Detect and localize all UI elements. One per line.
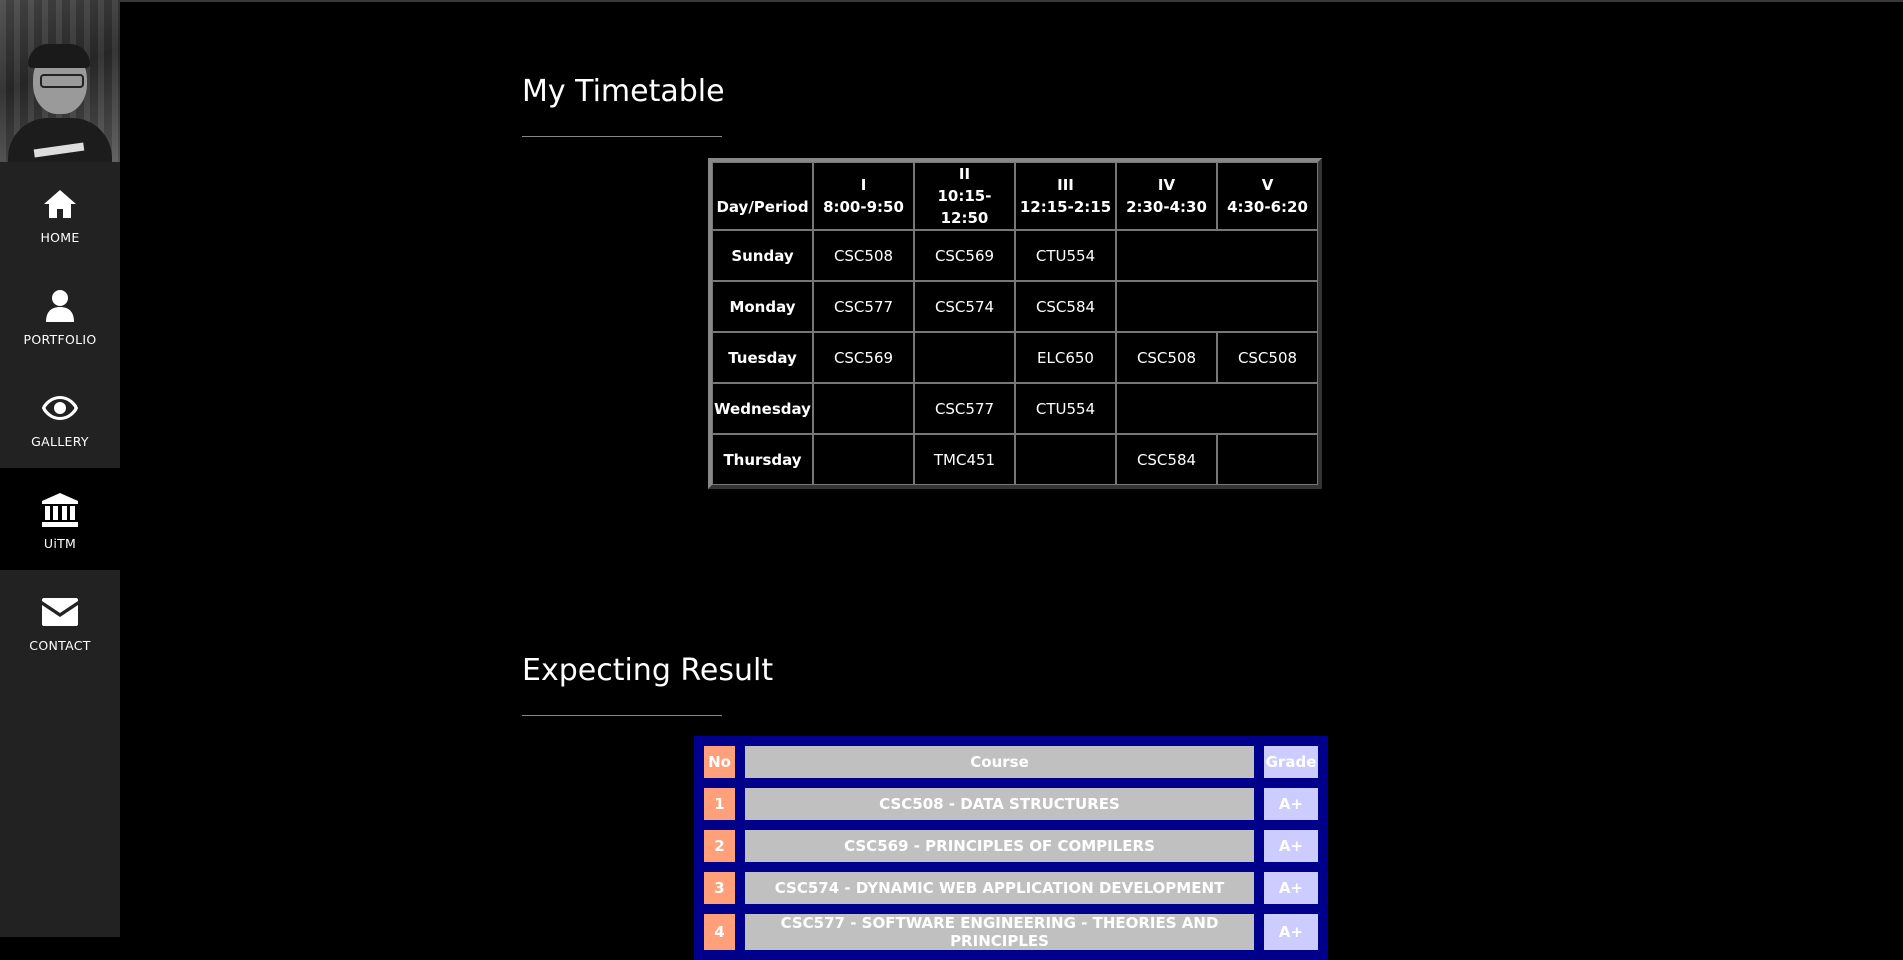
avatar xyxy=(0,0,120,162)
timetable-header-period: I 8:00-9:50 xyxy=(813,162,914,230)
timetable-cell: CSC584 xyxy=(1116,434,1217,485)
timetable-cell: CSC569 xyxy=(914,230,1015,281)
timetable-row: Monday CSC577 CSC574 CSC584 xyxy=(712,281,1318,332)
timetable-header-period: V 4:30-6:20 xyxy=(1217,162,1318,230)
timetable-cell xyxy=(1015,434,1116,485)
result-course: CSC574 - DYNAMIC WEB APPLICATION DEVELOP… xyxy=(745,872,1254,904)
timetable-row: Sunday CSC508 CSC569 CTU554 xyxy=(712,230,1318,281)
sidebar-item-label: GALLERY xyxy=(31,433,89,449)
sidebar-item-contact[interactable]: CONTACT xyxy=(0,570,120,672)
home-icon xyxy=(41,186,79,222)
timetable-cell xyxy=(1116,383,1318,434)
timetable-header-period: III 12:15-2:15 xyxy=(1015,162,1116,230)
result-header-grade: Grade xyxy=(1264,746,1318,778)
timetable-cell xyxy=(1116,230,1318,281)
result-no: 3 xyxy=(704,872,735,904)
institution-icon xyxy=(41,492,79,528)
result-title: Expecting Result xyxy=(522,653,774,688)
sidebar-item-label: HOME xyxy=(40,229,80,245)
result-header-no: No xyxy=(704,746,735,778)
timetable-title: My Timetable xyxy=(522,74,725,109)
timetable-header-row: Day/Period I 8:00-9:50 II 10:15-12:50 III 1… xyxy=(712,162,1318,230)
result-no: 2 xyxy=(704,830,735,862)
timetable-cell: TMC451 xyxy=(914,434,1015,485)
timetable-cell xyxy=(1116,281,1318,332)
result-row: 2 CSC569 - PRINCIPLES OF COMPILERS A+ xyxy=(704,830,1318,862)
timetable-day: Wednesday xyxy=(712,383,813,434)
result-grade: A+ xyxy=(1264,872,1318,904)
timetable-cell: CSC577 xyxy=(813,281,914,332)
top-border xyxy=(0,0,1903,2)
envelope-icon xyxy=(41,594,79,630)
sidebar: HOME PORTFOLIO GALLERY UiTM CONTACT xyxy=(0,0,120,937)
timetable-day: Thursday xyxy=(712,434,813,485)
result-grade: A+ xyxy=(1264,788,1318,820)
result-course: CSC569 - PRINCIPLES OF COMPILERS xyxy=(745,830,1254,862)
timetable-cell: CSC577 xyxy=(914,383,1015,434)
timetable-cell xyxy=(813,383,914,434)
result-row: 3 CSC574 - DYNAMIC WEB APPLICATION DEVEL… xyxy=(704,872,1318,904)
timetable-cell: CSC584 xyxy=(1015,281,1116,332)
timetable-cell xyxy=(1217,434,1318,485)
title-divider xyxy=(522,136,722,137)
sidebar-item-portfolio[interactable]: PORTFOLIO xyxy=(0,264,120,366)
timetable-cell: ELC650 xyxy=(1015,332,1116,383)
result-header-row: No Course Grade xyxy=(704,746,1318,778)
timetable-day: Tuesday xyxy=(712,332,813,383)
title-divider xyxy=(522,715,722,716)
sidebar-item-gallery[interactable]: GALLERY xyxy=(0,366,120,468)
result-course: CSC508 - DATA STRUCTURES xyxy=(745,788,1254,820)
timetable-row: Tuesday CSC569 ELC650 CSC508 CSC508 xyxy=(712,332,1318,383)
result-grade: A+ xyxy=(1264,830,1318,862)
timetable-cell xyxy=(813,434,914,485)
timetable-row: Thursday TMC451 CSC584 xyxy=(712,434,1318,485)
timetable-day: Sunday xyxy=(712,230,813,281)
result-no: 1 xyxy=(704,788,735,820)
result-no: 4 xyxy=(704,914,735,950)
result-course: CSC577 - SOFTWARE ENGINEERING - THEORIES… xyxy=(745,914,1254,950)
timetable-header-day: Day/Period xyxy=(712,162,813,230)
timetable-header-period: II 10:15-12:50 xyxy=(914,162,1015,230)
timetable-cell: CSC508 xyxy=(1217,332,1318,383)
result-table: No Course Grade 1 CSC508 - DATA STRUCTUR… xyxy=(694,736,1328,960)
result-row: 1 CSC508 - DATA STRUCTURES A+ xyxy=(704,788,1318,820)
timetable: Day/Period I 8:00-9:50 II 10:15-12:50 III 1… xyxy=(708,158,1322,489)
timetable-cell: CTU554 xyxy=(1015,230,1116,281)
timetable-cell: CSC574 xyxy=(914,281,1015,332)
result-grade: A+ xyxy=(1264,914,1318,950)
timetable-row: Wednesday CSC577 CTU554 xyxy=(712,383,1318,434)
sidebar-item-label: PORTFOLIO xyxy=(23,331,97,347)
result-header-course: Course xyxy=(745,746,1254,778)
result-row: 4 CSC577 - SOFTWARE ENGINEERING - THEORI… xyxy=(704,914,1318,950)
timetable-header-period: IV 2:30-4:30 xyxy=(1116,162,1217,230)
sidebar-item-label: CONTACT xyxy=(29,637,91,653)
timetable-cell: CTU554 xyxy=(1015,383,1116,434)
user-icon xyxy=(41,288,79,324)
timetable-cell: CSC508 xyxy=(1116,332,1217,383)
sidebar-item-home[interactable]: HOME xyxy=(0,162,120,264)
eye-icon xyxy=(41,390,79,426)
timetable-cell: CSC508 xyxy=(813,230,914,281)
sidebar-item-label: UiTM xyxy=(43,535,77,551)
sidebar-item-uitm[interactable]: UiTM xyxy=(0,468,120,570)
timetable-day: Monday xyxy=(712,281,813,332)
timetable-cell: CSC569 xyxy=(813,332,914,383)
timetable-cell xyxy=(914,332,1015,383)
